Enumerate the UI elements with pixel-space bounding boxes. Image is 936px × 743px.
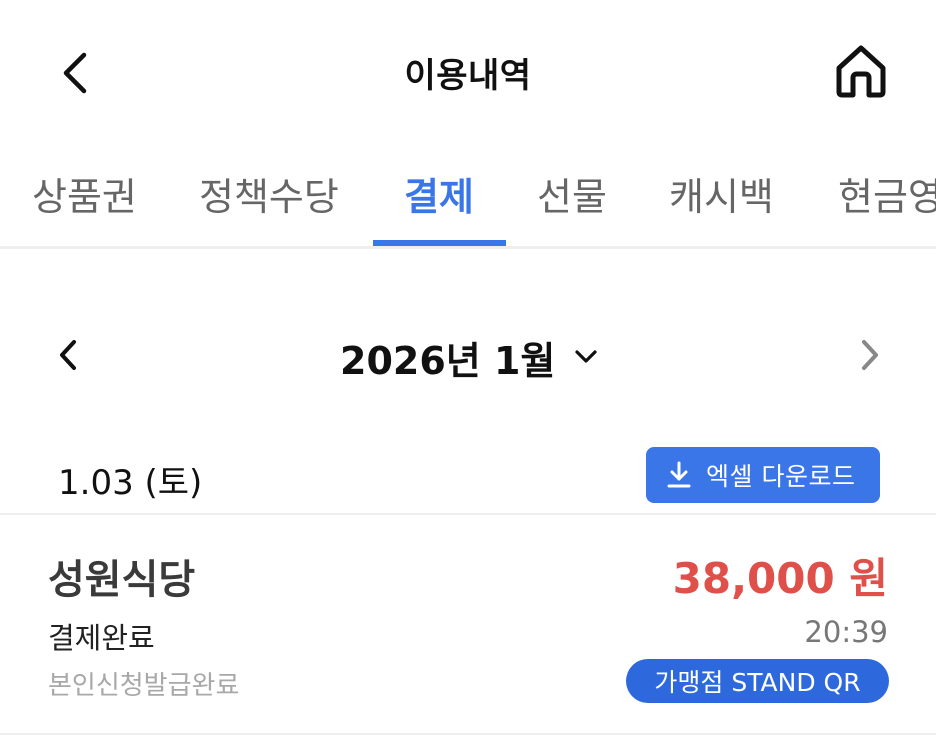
transaction-amount: 38,000 원 bbox=[672, 554, 888, 603]
chevron-right-icon bbox=[862, 340, 878, 370]
excel-download-button[interactable]: 엑셀 다운로드 bbox=[646, 447, 880, 503]
page-title: 이용내역 bbox=[404, 56, 532, 96]
payment-status: 결제완료 bbox=[48, 621, 155, 655]
active-tab-indicator bbox=[373, 240, 506, 246]
tab-payment[interactable]: 결제 bbox=[404, 166, 474, 221]
download-icon bbox=[667, 461, 691, 488]
chevron-down-icon bbox=[575, 350, 597, 363]
merchant-name: 성원식당 bbox=[48, 557, 196, 603]
payment-method-badge: 가맹점 STAND QR bbox=[626, 659, 889, 703]
divider bbox=[0, 733, 936, 735]
month-label: 2026년 1월 bbox=[340, 338, 556, 383]
tab-gift[interactable]: 선물 bbox=[537, 166, 607, 221]
app-header: 이용내역 bbox=[0, 0, 936, 140]
category-tabs: 상품권 정책수당 결제 선물 캐시백 현금영 bbox=[0, 148, 936, 249]
issuance-status: 본인신청발급완료 bbox=[48, 671, 240, 701]
tab-cashback[interactable]: 캐시백 bbox=[669, 166, 774, 221]
prev-month-button[interactable] bbox=[50, 330, 90, 380]
tab-cash-receipt[interactable]: 현금영 bbox=[838, 166, 936, 221]
transaction-time: 20:39 bbox=[804, 615, 888, 649]
home-icon bbox=[836, 45, 886, 98]
next-month-button[interactable] bbox=[850, 330, 890, 380]
transaction-item[interactable]: 성원식당 38,000 원 결제완료 20:39 본인신청발급완료 가맹점 ST… bbox=[0, 515, 936, 735]
date-group-label: 1.03 (토) bbox=[58, 463, 203, 503]
home-button[interactable] bbox=[828, 40, 894, 102]
tab-policy-allowance[interactable]: 정책수당 bbox=[199, 166, 339, 221]
chevron-left-icon bbox=[60, 340, 76, 370]
month-selector[interactable]: 2026년 1월 bbox=[340, 330, 599, 384]
excel-download-label: 엑셀 다운로드 bbox=[706, 462, 856, 491]
tab-gift-voucher[interactable]: 상품권 bbox=[32, 166, 137, 221]
